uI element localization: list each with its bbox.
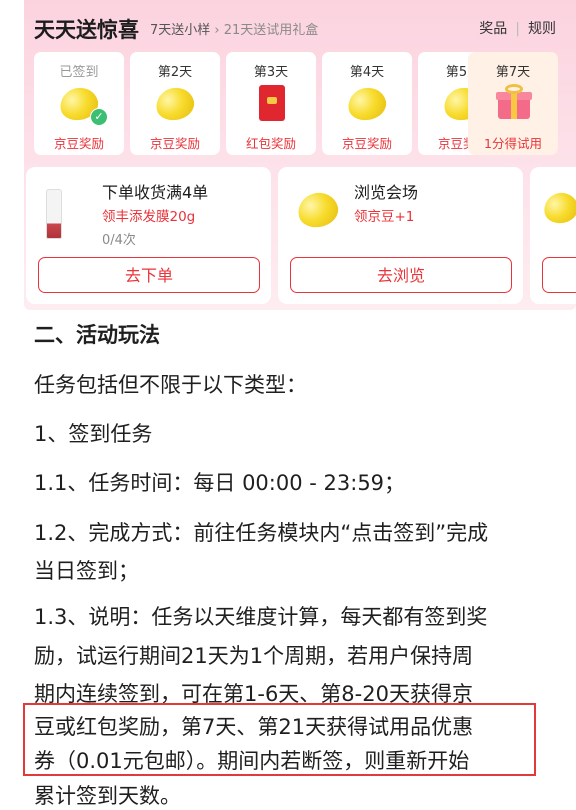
- task-progress: 0/4次: [102, 233, 136, 248]
- content-line: 1.2、完成方式：前往任务模块内“点击签到”完成: [34, 521, 489, 545]
- checkmark-icon: ✓: [90, 108, 108, 126]
- task-card-next: [530, 167, 576, 304]
- day-reward: 京豆奖励: [53, 136, 104, 151]
- day-card-7[interactable]: 第7天 1分得试用: [468, 52, 558, 155]
- content-line: 励，试运行期间21天为1个周期，若用户保持周: [34, 644, 474, 668]
- bean-icon: [344, 83, 390, 125]
- day-label: 第4天: [349, 65, 385, 80]
- subtitle-seven-day: 7天送小样: [150, 23, 211, 38]
- subtitle-twenty-one-day: 21天送试用礼盒: [223, 23, 319, 38]
- content-line: 1.3、说明：任务以天维度计算，每天都有签到奖: [34, 605, 488, 629]
- highlight-box: [23, 703, 536, 776]
- day-card-1[interactable]: 已签到 ✓ 京豆奖励: [34, 52, 124, 155]
- activity-title: 天天送惊喜: [34, 18, 139, 42]
- day-card-3[interactable]: 第3天 红包奖励: [226, 52, 316, 155]
- task-card-order: 下单收货满4单 领丰添发膜20g 0/4次 去下单: [26, 167, 271, 304]
- content-line: 任务包括但不限于以下类型：: [34, 373, 307, 397]
- activity-panel: 天天送惊喜 7天送小样 › 21天送试用礼盒 奖品 | 规则 已签到 ✓ 京豆奖励 …: [24, 0, 576, 310]
- day-label: 已签到: [59, 65, 99, 80]
- gift-box-icon: [496, 84, 532, 120]
- day-label: 第3天: [253, 65, 289, 80]
- prizes-link[interactable]: 奖品: [479, 21, 507, 37]
- activity-subtitle: 7天送小样 › 21天送试用礼盒: [150, 19, 318, 38]
- header-links: 奖品 | 规则: [479, 18, 556, 38]
- task-title: 浏览会场: [354, 183, 419, 202]
- bean-icon: [294, 188, 342, 232]
- section-heading: 二、活动玩法: [34, 323, 160, 347]
- content-line: 1.1、任务时间：每日 00:00 - 23:59；: [34, 471, 406, 495]
- day-reward: 京豆奖励: [149, 136, 200, 151]
- go-order-button[interactable]: 去下单: [38, 257, 260, 293]
- day-label: 第7天: [495, 65, 531, 80]
- content-line: 当日签到；: [34, 559, 139, 583]
- checkin-day-list: 已签到 ✓ 京豆奖励 第2天 京豆奖励 第3天 红包奖励 第4天 京豆奖励 第5…: [24, 52, 576, 160]
- gift-box-bow: [505, 84, 523, 94]
- next-task-button[interactable]: [542, 257, 576, 293]
- gift-box-ribbon: [511, 92, 517, 119]
- content-line: 累计签到天数。: [34, 784, 181, 808]
- task-list: 下单收货满4单 领丰添发膜20g 0/4次 去下单 浏览会场 领京豆+1 去浏览: [24, 167, 576, 307]
- task-title: 下单收货满4单: [102, 183, 209, 202]
- chevron-right-icon: ›: [214, 23, 220, 38]
- task-reward: 领京豆+1: [354, 209, 415, 225]
- day-label: 第2天: [157, 65, 193, 80]
- task-reward: 领丰添发膜20g: [102, 209, 196, 225]
- go-browse-button[interactable]: 去浏览: [290, 257, 512, 293]
- rules-link[interactable]: 规则: [528, 21, 556, 37]
- day-reward: 1分得试用: [484, 136, 542, 151]
- day-card-2[interactable]: 第2天 京豆奖励: [130, 52, 220, 155]
- hair-mask-product-icon: [46, 189, 62, 239]
- bean-icon: [152, 83, 198, 125]
- activity-header: 天天送惊喜 7天送小样 › 21天送试用礼盒 奖品 | 规则: [24, 10, 576, 44]
- content-line: 1、签到任务: [34, 422, 153, 446]
- bean-icon: [540, 189, 576, 227]
- day-card-4[interactable]: 第4天 京豆奖励: [322, 52, 412, 155]
- red-envelope-icon: [259, 85, 285, 121]
- day-reward: 京豆奖励: [341, 136, 392, 151]
- header-divider: |: [515, 21, 520, 37]
- day-reward: 红包奖励: [245, 136, 296, 151]
- task-card-browse: 浏览会场 领京豆+1 去浏览: [278, 167, 523, 304]
